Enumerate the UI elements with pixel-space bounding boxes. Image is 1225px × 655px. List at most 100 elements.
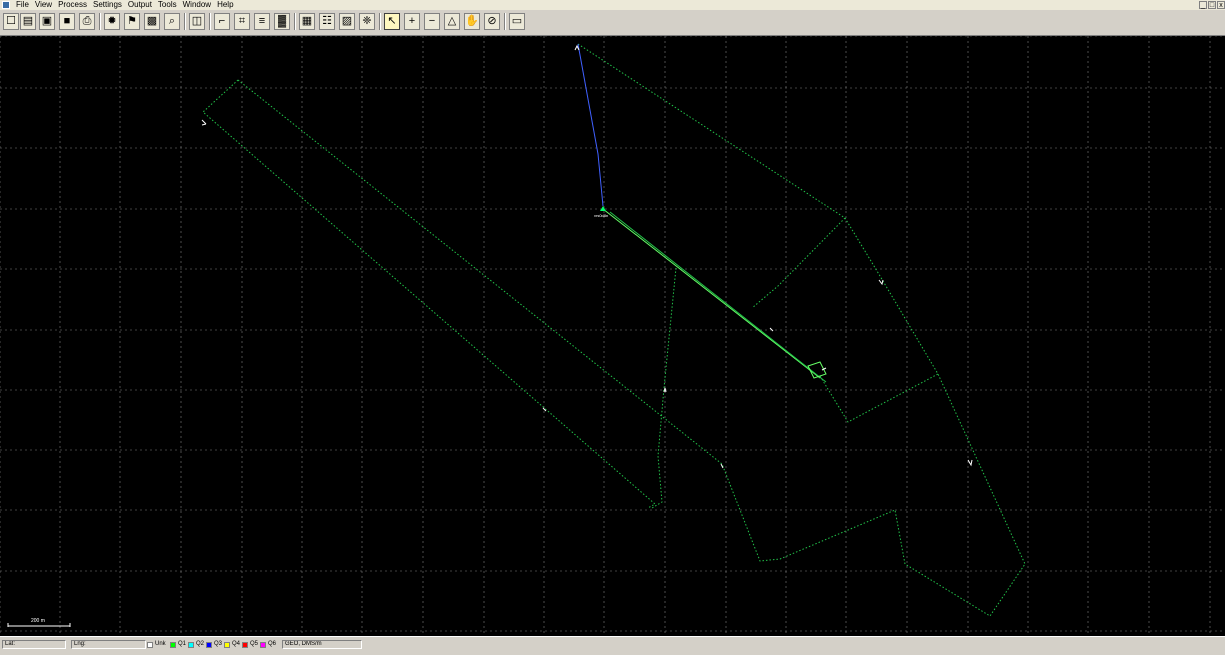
table-button[interactable]: ☷ [319, 13, 335, 30]
save-output-button[interactable]: ▨ [339, 13, 355, 30]
track-left-diagonal [202, 79, 656, 509]
find-button[interactable]: ⌕ [164, 13, 180, 30]
menu-output[interactable]: Output [125, 0, 155, 10]
stop-button[interactable]: ⊘ [484, 13, 500, 30]
lat-field: Lat: [2, 640, 66, 649]
process-icon: ✹ [107, 15, 117, 27]
arrow-marker [967, 459, 973, 467]
open-folder-button[interactable]: ▣ [39, 13, 55, 30]
zoom-in-button[interactable]: + [404, 13, 420, 30]
zoom-out-button[interactable]: − [424, 13, 440, 30]
quality-swatch [147, 641, 153, 648]
menu-process[interactable]: Process [55, 0, 90, 10]
window-controls: _ □ x [1198, 0, 1225, 9]
scale-bar: 200 m [7, 618, 71, 627]
menu-tools[interactable]: Tools [155, 0, 180, 10]
save-output-icon: ▨ [341, 15, 353, 27]
quality-swatch [224, 641, 230, 648]
quality-swatch [260, 641, 266, 648]
app-icon[interactable] [2, 1, 10, 9]
print-icon: ⎙ [82, 15, 92, 27]
minimize-button[interactable]: _ [1199, 1, 1207, 9]
arrow-marker [878, 279, 884, 286]
window-button[interactable]: ▭ [509, 13, 525, 30]
window-icon: ▭ [511, 15, 523, 27]
quality-item-q4: Q4 [224, 640, 240, 649]
coord-system: GEO, DMS/m [282, 640, 362, 649]
toolbar-separator [379, 13, 381, 30]
track-outer-right [577, 43, 939, 423]
quality-label: Q3 [214, 641, 223, 647]
track-center-vertical [651, 267, 677, 509]
quality-item-q5: Q5 [242, 640, 258, 649]
direction-markers [201, 44, 973, 469]
plot-grid-icon: ⌗ [238, 15, 246, 27]
toolbar-separator [184, 13, 186, 30]
zoom-in-icon: + [408, 15, 416, 27]
track-blue [577, 43, 604, 207]
close-button[interactable]: x [1217, 1, 1225, 9]
save-icon: ■ [63, 15, 71, 27]
maximize-button[interactable]: □ [1208, 1, 1216, 9]
quality-item-q3: Q3 [206, 640, 222, 649]
open-folder-icon: ▣ [41, 15, 53, 27]
process-flag-button[interactable]: ⚑ [124, 13, 140, 30]
plot-icon: ⌐ [218, 15, 226, 27]
new-doc-button[interactable]: ☐ [3, 13, 19, 30]
map-canvas[interactable]: vrs0d8n 200 m [0, 36, 1225, 636]
plot-button[interactable]: ⌐ [214, 13, 230, 30]
lng-field: Lng: [71, 640, 146, 649]
list-button[interactable]: ≡ [254, 13, 270, 30]
toolbar-separator [504, 13, 506, 30]
scale-bar-label: 200 m [31, 618, 45, 624]
open-doc-button[interactable]: ▤ [20, 13, 36, 30]
quality-label: Q6 [268, 641, 277, 647]
menu-settings[interactable]: Settings [90, 0, 125, 10]
toggle-view-button[interactable]: ◫ [189, 13, 205, 30]
toolbar-separator [209, 13, 211, 30]
track-main-bright [602, 208, 821, 379]
process-flag-icon: ⚑ [127, 15, 137, 27]
list-icon: ≡ [258, 15, 266, 27]
menu-window[interactable]: Window [180, 0, 214, 10]
menu-help[interactable]: Help [214, 0, 236, 10]
process-button[interactable]: ✹ [104, 13, 120, 30]
plot-grid-button[interactable]: ⌗ [234, 13, 250, 30]
measure-button[interactable]: △ [444, 13, 460, 30]
map-layout-icon: ▦ [301, 15, 313, 27]
quality-item-q1: Q1 [170, 640, 186, 649]
menu-bar: File View Process Settings Output Tools … [0, 0, 1225, 10]
pointer-button[interactable]: ↖ [384, 13, 400, 30]
quality-swatch [170, 641, 176, 648]
base-station-icon [600, 206, 606, 211]
status-bar: Lat: Lng: Unk Q1 Q2 Q3 Q4 Q5 Q6 GEO, DMS/m [0, 636, 1225, 655]
menu-file[interactable]: File [13, 0, 32, 10]
chart-button[interactable]: ▓ [274, 13, 290, 30]
network-button[interactable]: ❈ [359, 13, 375, 30]
quality-label: Q1 [178, 641, 187, 647]
map-grid [0, 36, 1225, 636]
map-layout-button[interactable]: ▦ [299, 13, 315, 30]
menu-view[interactable]: View [32, 0, 55, 10]
arrow-marker [201, 119, 207, 126]
quality-label: Q2 [196, 641, 205, 647]
toolbar-separator [294, 13, 296, 30]
zoom-out-icon: − [428, 15, 436, 27]
quality-item-q6: Q6 [260, 640, 276, 649]
settings-map-button[interactable]: ▩ [144, 13, 160, 30]
quality-swatch [206, 641, 212, 648]
arrow-marker [769, 327, 774, 332]
quality-label: Q5 [250, 641, 259, 647]
lng-label: Lng: [74, 641, 86, 647]
measure-icon: △ [447, 15, 457, 27]
chart-icon: ▓ [277, 15, 287, 27]
table-icon: ☷ [322, 15, 332, 27]
save-button[interactable]: ■ [59, 13, 75, 30]
lat-label: Lat: [5, 641, 16, 647]
toolbar-separator [99, 13, 101, 30]
toggle-view-icon: ◫ [191, 15, 203, 27]
map-view[interactable]: vrs0d8n 200 m [0, 36, 1225, 636]
pan-hand-button[interactable]: ✋ [464, 13, 480, 30]
quality-swatch [242, 641, 248, 648]
print-button[interactable]: ⎙ [79, 13, 95, 30]
